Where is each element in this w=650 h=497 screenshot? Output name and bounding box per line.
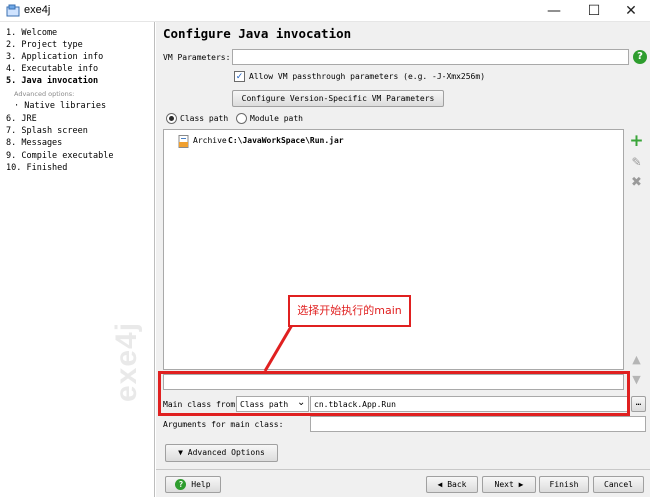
step-splash-screen[interactable]: 7. Splash screen (6, 126, 88, 136)
maximize-button[interactable]: ☐ (575, 0, 613, 22)
step-messages[interactable]: 8. Messages (6, 138, 62, 148)
title-bar: exe4j — ☐ ✕ (0, 0, 650, 22)
step-compile-executable[interactable]: 9. Compile executable (6, 151, 113, 161)
wizard-steps-sidebar: 1. Welcome 2. Project type 3. Applicatio… (0, 22, 155, 497)
exe4j-watermark: exe4j (110, 321, 143, 402)
close-button[interactable]: ✕ (612, 0, 650, 22)
step-project-type[interactable]: 2. Project type (6, 40, 83, 50)
step-application-info[interactable]: 3. Application info (6, 52, 103, 62)
advanced-options-label: Advanced options: (14, 90, 75, 98)
step-welcome[interactable]: 1. Welcome (6, 28, 57, 38)
annotation-callout: 选择开始执行的main (288, 295, 411, 327)
minimize-button[interactable]: — (535, 0, 573, 22)
step-executable-info[interactable]: 4. Executable info (6, 64, 98, 74)
step-jre[interactable]: 6. JRE (6, 114, 37, 124)
step-finished[interactable]: 10. Finished (6, 163, 67, 173)
window-title: exe4j (24, 4, 51, 16)
annotation-arrow (263, 324, 294, 372)
step-java-invocation[interactable]: 5. Java invocation (6, 76, 98, 86)
step-native-libraries[interactable]: · Native libraries (14, 101, 106, 111)
main-panel: Configure Java invocation VM Parameters:… (156, 22, 650, 497)
exe4j-app-icon (6, 4, 20, 18)
